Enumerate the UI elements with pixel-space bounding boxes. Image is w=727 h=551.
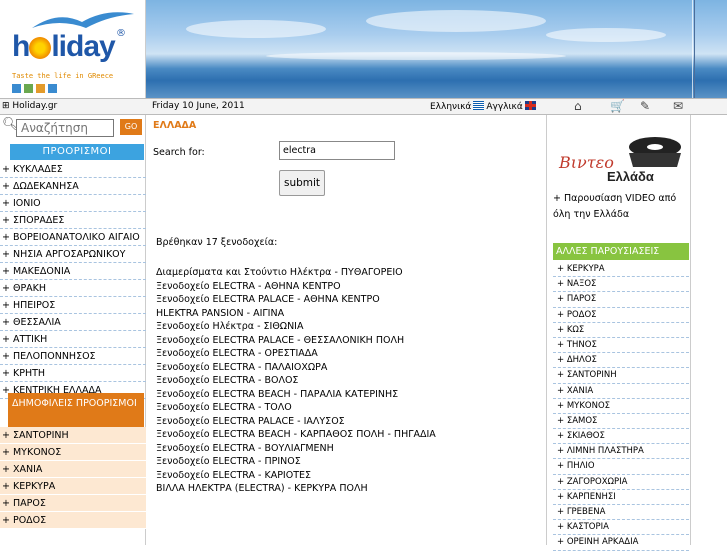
sidebar-item-destination[interactable]: + ΒΟΡΕΙΟΑΝΑΤΟΛΙΚΟ ΑΙΓΑΙΟ — [0, 229, 146, 246]
destinations-list: + ΚΥΚΛΑΔΕΣ + ΔΩΔΕΚΑΝΗΣΑ + ΙΟΝΙΟ + ΣΠΟΡΑΔΕΣ +… — [0, 161, 146, 399]
result-link[interactable]: Ξενοδοχείο ELECTRA - ΤΟΛΟ — [156, 401, 436, 415]
lang-greek-link[interactable]: Ελληνικά — [430, 102, 471, 112]
breadcrumb[interactable]: ΕΛΛΑΔΑ — [153, 120, 196, 131]
sidebar-item-popular[interactable]: + ΜΥΚΟΝΟΣ — [0, 444, 146, 461]
other-presentation-item[interactable]: + ΚΑΣΤΟΡΙΑ — [553, 520, 689, 536]
sidebar-item-destination[interactable]: + ΘΡΑΚΗ — [0, 280, 146, 297]
other-presentation-item[interactable]: + ΛΙΜΝΗ ΠΛΑΣΤΗΡΑ — [553, 444, 689, 460]
result-link[interactable]: Ξενοδοχείο ELECTRA - ΠΡΙΝΟΣ — [156, 455, 436, 469]
cart-icon[interactable]: 🛒 — [610, 99, 625, 113]
sidebar-item-destination[interactable]: + ΗΠΕΙΡΟΣ — [0, 297, 146, 314]
result-link[interactable]: Ξενοδοχείο ELECTRA - ΠΑΛΑΙΟΧΩΡΑ — [156, 361, 436, 375]
result-link[interactable]: Ξενοδοχείο ELECTRA PALACE - ΙΑΛΥΣΟΣ — [156, 415, 436, 429]
result-link[interactable]: Ξενοδοχείο ELECTRA - ΚΑΡΙΟΤΕΣ — [156, 469, 436, 483]
other-presentation-item[interactable]: + ΠΗΛΙΟ — [553, 459, 689, 475]
sea-banner — [146, 0, 727, 98]
submit-button[interactable]: submit — [279, 170, 325, 196]
result-link[interactable]: Ξενοδοχείο ELECTRA - ΑΘΗΝΑ ΚΕΝΤΡΟ — [156, 280, 436, 294]
result-link[interactable]: Ξενοδοχείο ELECTRA PALACE - ΑΘΗΝΑ ΚΕΝΤΡΟ — [156, 293, 436, 307]
search-label: Search for: — [153, 147, 205, 158]
result-link[interactable]: Ξενοδοχείο ELECTRA - ΒΟΛΟΣ — [156, 374, 436, 388]
sidebar-item-popular[interactable]: + ΠΑΡΟΣ — [0, 495, 146, 512]
search-input[interactable] — [16, 119, 114, 137]
mail-icon[interactable]: ✉ — [673, 99, 683, 113]
results-list: Διαμερίσματα και Στούντιο Ηλέκτρα - ΠΥΘΑ… — [156, 266, 436, 496]
result-link[interactable]: Ξενοδοχείο ELECTRA PALACE - ΘΕΣΣΑΛΟΝΙΚΗ … — [156, 334, 436, 348]
result-link[interactable]: ΒΙΛΛΑ ΗΛΕΚΤΡΑ (ELECTRA) - ΚΕΡΚΥΡΑ ΠΟΛΗ — [156, 482, 436, 496]
sidebar-item-destination[interactable]: + ΣΠΟΡΑΔΕΣ — [0, 212, 146, 229]
header: h liday ® Taste the life in GReece — [0, 0, 727, 98]
logo-letter-h: h — [12, 30, 30, 63]
other-presentation-item[interactable]: + ΚΕΡΚΥΡΑ — [553, 262, 689, 278]
video-logo-ellada[interactable]: Ελλάδα — [607, 169, 654, 184]
logo-squares — [12, 84, 57, 93]
other-presentation-item[interactable]: + ΡΟΔΟΣ — [553, 308, 689, 323]
result-link[interactable]: Ξενοδοχείο ELECTRA BEACH - ΚΑΡΠΑΘΟΣ ΠΟΛΗ… — [156, 428, 436, 442]
other-presentation-item[interactable]: + ΝΑΞΟΣ — [553, 277, 689, 293]
results-count: Βρέθηκαν 17 ξενοδοχεία: — [156, 237, 278, 248]
registered-mark: ® — [116, 28, 126, 39]
video-logo-script[interactable]: Βιντεο — [559, 153, 614, 172]
sidebar-item-popular[interactable]: + ΧΑΝΙΑ — [0, 461, 146, 478]
other-presentations-heading: ΑΛΛΕΣ ΠΑΡΟΥΣΙΑΣΕΙΣ — [553, 243, 689, 260]
lang-english-link[interactable]: Αγγλικά — [486, 102, 522, 112]
home-icon[interactable]: ⌂ — [574, 99, 582, 113]
result-link[interactable]: Διαμερίσματα και Στούντιο Ηλέκτρα - ΠΥΘΑ… — [156, 266, 436, 280]
result-link[interactable]: Ξενοδοχείο ELECTRA BEACH - ΠΑΡΑΛΙΑ ΚΑΤΕΡ… — [156, 388, 436, 402]
destinations-heading: ΠΡΟΟΡΙΣΜΟΙ — [10, 144, 144, 160]
sidebar-item-destination[interactable]: + ΔΩΔΕΚΑΝΗΣΑ — [0, 178, 146, 195]
right-edge-panel — [690, 115, 727, 545]
uk-flag-icon[interactable] — [524, 101, 536, 110]
sidebar-item-destination[interactable]: + ΑΤΤΙΚΗ — [0, 331, 146, 348]
result-link[interactable]: Ξενοδοχείο Ηλέκτρα - ΣΙΘΩΝΙΑ — [156, 320, 436, 334]
logo-tagline: Taste the life in GReece — [12, 72, 114, 80]
language-switcher: Ελληνικά Αγγλικά — [430, 101, 538, 112]
main-content: ΕΛΛΑΔΑ Search for: submit Βρέθηκαν 17 ξε… — [146, 115, 546, 545]
other-presentation-item[interactable]: + ΣΑΜΟΣ — [553, 414, 689, 430]
sidebar-item-destination[interactable]: + ΚΡΗΤΗ — [0, 365, 146, 382]
sidebar-item-destination[interactable]: + ΙΟΝΙΟ — [0, 195, 146, 212]
current-date: Friday 10 June, 2011 — [152, 101, 245, 111]
other-presentation-item[interactable]: + ΜΥΚΟΝΟΣ — [553, 399, 689, 414]
popular-list: + ΣΑΝΤΟΡΙΝΗ + ΜΥΚΟΝΟΣ + ΧΑΝΙΑ + ΚΕΡΚΥΡΑ + ΠΑ… — [0, 427, 146, 529]
top-bar: ⊞ Holiday.gr Friday 10 June, 2011 Ελληνι… — [0, 98, 727, 115]
sidebar-item-popular[interactable]: + ΚΕΡΚΥΡΑ — [0, 478, 146, 495]
other-presentations-list: + ΚΕΡΚΥΡΑ + ΝΑΞΟΣ + ΠΑΡΟΣ + ΡΟΔΟΣ + ΚΩΣ + ΤΗΝ… — [553, 262, 689, 551]
sidebar-item-destination[interactable]: + ΝΗΣΙΑ ΑΡΓΟΣΑΡΩΝΙΚΟΥ — [0, 246, 146, 263]
sidebar-item-popular[interactable]: + ΣΑΝΤΟΡΙΝΗ — [0, 427, 146, 444]
other-presentation-item[interactable]: + ΖΑΓΟΡΟΧΩΡΙΑ — [553, 475, 689, 490]
other-presentation-item[interactable]: + ΚΩΣ — [553, 323, 689, 338]
sun-icon — [29, 37, 52, 59]
sidebar-item-destination[interactable]: + ΜΑΚΕΔΟΝΙΑ — [0, 263, 146, 280]
holiday-logo[interactable]: h liday ® Taste the life in GReece — [0, 0, 146, 98]
other-presentation-item[interactable]: + ΤΗΝΟΣ — [553, 338, 689, 354]
other-presentation-item[interactable]: + ΟΡΕΙΝΗ ΑΡΚΑΔΙΑ — [553, 535, 689, 551]
go-button[interactable]: GO — [120, 119, 142, 135]
video-presentation-link[interactable]: + Παρουσίαση VIDEO από όλη την Ελλάδα — [553, 191, 689, 223]
result-link[interactable]: Ξενοδοχείο ELECTRA - ΟΡΕΣΤΙΑΔΑ — [156, 347, 436, 361]
other-presentation-item[interactable]: + ΣΚΙΑΘΟΣ — [553, 429, 689, 445]
sidebar-item-destination[interactable]: + ΘΕΣΣΑΛΙΑ — [0, 314, 146, 331]
sidebar-item-popular[interactable]: + ΡΟΔΟΣ — [0, 512, 146, 529]
right-sidebar: Βιντεο Ελλάδα + Παρουσίαση VIDEO από όλη… — [546, 115, 690, 551]
other-presentation-item[interactable]: + ΧΑΝΙΑ — [553, 384, 689, 399]
result-link[interactable]: HLEKTRA PANSION - ΑΙΓΙΝΑ — [156, 307, 436, 321]
other-presentation-item[interactable]: + ΠΑΡΟΣ — [553, 292, 689, 308]
hotel-search-input[interactable] — [279, 141, 395, 160]
sidebar-search: 🔍︎ GO — [0, 117, 146, 139]
result-link[interactable]: Ξενοδοχείο ELECTRA - ΒΟΥΛΙΑΓΜΕΝΗ — [156, 442, 436, 456]
sidebar-item-destination[interactable]: + ΠΕΛΟΠΟΝΝΗΣΟΣ — [0, 348, 146, 365]
greek-flag-icon[interactable] — [473, 101, 485, 110]
sidebar-item-destination[interactable]: + ΚΥΚΛΑΔΕΣ — [0, 161, 146, 178]
other-presentation-item[interactable]: + ΓΡΕΒΕΝΑ — [553, 505, 689, 521]
other-presentation-item[interactable]: + ΔΗΛΟΣ — [553, 353, 689, 369]
home-link[interactable]: ⊞ Holiday.gr — [2, 101, 57, 111]
other-presentation-item[interactable]: + ΣΑΝΤΟΡΙΝΗ — [553, 368, 689, 384]
other-presentation-item[interactable]: + ΚΑΡΠΕΝΗΣΙ — [553, 490, 689, 505]
popular-heading: ΔΗΜΟΦΙΛΕΙΣ ΠΡΟΟΡΙΣΜΟΙ — [8, 393, 144, 427]
logo-word-rest: liday — [51, 30, 115, 63]
bookmark-icon[interactable]: ✎ — [640, 99, 650, 113]
left-sidebar: 🔍︎ GO ΠΡΟΟΡΙΣΜΟΙ + ΚΥΚΛΑΔΕΣ+ ΔΩΔΕΚΑΝΗΣΑ+… — [0, 115, 146, 545]
